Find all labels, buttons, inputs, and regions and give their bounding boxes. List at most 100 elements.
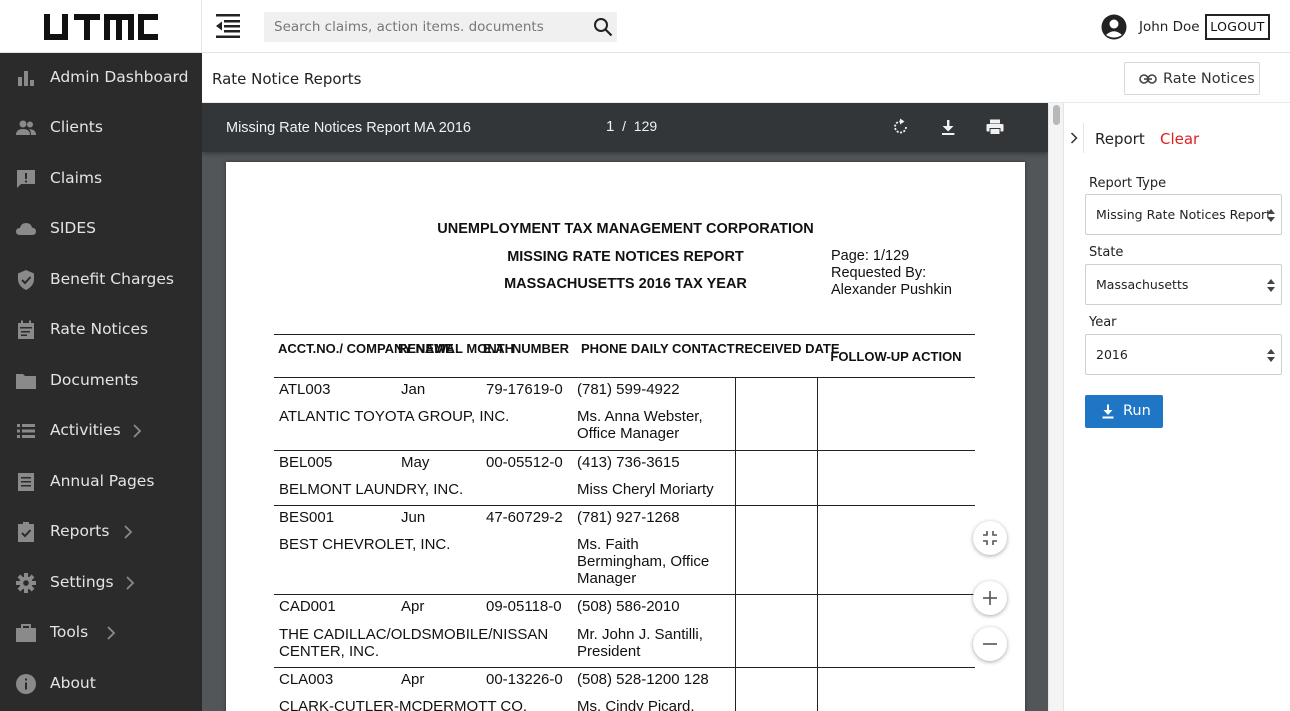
rotate-icon[interactable] bbox=[891, 117, 911, 137]
report-page-info: Page: 1/129 bbox=[831, 248, 910, 264]
list-icon bbox=[17, 424, 35, 438]
sidebar-item-sides[interactable]: SIDES bbox=[0, 204, 202, 252]
sidebar-item-label: Claims bbox=[50, 169, 103, 187]
table-row-rule bbox=[274, 667, 975, 668]
year-select[interactable]: 2016 bbox=[1085, 334, 1282, 375]
cell-ea: 00-05512-0 bbox=[486, 454, 563, 471]
folder-icon bbox=[16, 374, 36, 389]
content-header: Rate Notice Reports Rate Notices bbox=[202, 53, 1290, 103]
run-button[interactable]: Run bbox=[1085, 395, 1163, 428]
people-icon bbox=[16, 120, 36, 135]
sidebar-item-rate-notices[interactable]: Rate Notices bbox=[0, 305, 202, 353]
zoom-in-button[interactable] bbox=[973, 581, 1007, 615]
cell-contact: Ms. Anna Webster, Office Manager bbox=[577, 408, 703, 442]
rate-notices-label: Rate Notices bbox=[1163, 71, 1255, 87]
table-row-rule bbox=[274, 594, 975, 595]
clipboard-check-icon bbox=[18, 522, 34, 542]
cell-company: CLARK-CUTLER-MCDERMOTT CO. bbox=[279, 698, 528, 711]
chevron-right-icon bbox=[107, 626, 116, 640]
select-arrows-icon bbox=[1267, 349, 1275, 362]
sidebar-item-tools[interactable]: Tools bbox=[0, 608, 202, 656]
cell-acct: BES001 bbox=[279, 509, 335, 526]
search-input[interactable] bbox=[264, 12, 584, 42]
link-icon bbox=[1139, 74, 1157, 84]
column-header-followup: FOLLOW-UP ACTION bbox=[830, 349, 962, 364]
pdf-page-separator: / bbox=[622, 118, 627, 134]
cell-month: Apr bbox=[401, 671, 425, 688]
table-top-rule bbox=[274, 334, 975, 335]
table-header-rule bbox=[274, 377, 975, 378]
sidebar-item-admin-dashboard[interactable]: Admin Dashboard bbox=[0, 53, 202, 101]
year-value: 2016 bbox=[1096, 347, 1128, 362]
cell-company: THE CADILLAC/OLDSMOBILE/NISSAN CENTER, I… bbox=[279, 626, 549, 660]
viewer-scrollbar[interactable] bbox=[1048, 103, 1063, 711]
sidebar-item-label: Benefit Charges bbox=[50, 270, 174, 288]
rate-notices-button[interactable]: Rate Notices bbox=[1124, 62, 1260, 95]
cell-acct: CAD001 bbox=[279, 598, 336, 615]
pdf-viewer: Missing Rate Notices Report MA 2016 1 / … bbox=[202, 103, 1048, 711]
sidebar-item-label: Settings bbox=[50, 573, 114, 591]
search-bar bbox=[264, 12, 617, 42]
report-requested-by-name: Alexander Pushkin bbox=[831, 282, 952, 298]
cell-acct: CLA003 bbox=[279, 671, 334, 688]
pdf-current-page[interactable]: 1 bbox=[606, 118, 614, 135]
user-name[interactable]: John Doe bbox=[1139, 19, 1200, 35]
sidebar-item-activities[interactable]: Activities bbox=[0, 406, 202, 454]
table-column-rule bbox=[817, 377, 818, 711]
column-header-acct: ACCT.NO./ COMPANY NAME bbox=[278, 341, 454, 356]
sidebar-item-documents[interactable]: Documents bbox=[0, 356, 202, 404]
report-panel: Report Clear Report Type Missing Rate No… bbox=[1063, 103, 1290, 711]
report-type-label: Report Type bbox=[1089, 176, 1167, 191]
panel-tab-report[interactable]: Report bbox=[1095, 130, 1145, 148]
fit-page-button[interactable] bbox=[973, 521, 1007, 555]
sidebar-item-label: Documents bbox=[50, 371, 139, 389]
sidebar: Admin Dashboard Clients Claims SIDES Ben… bbox=[0, 53, 202, 711]
panel-collapse-button[interactable] bbox=[1064, 123, 1084, 153]
sidebar-item-label: Admin Dashboard bbox=[50, 68, 189, 86]
sidebar-item-annual-pages[interactable]: Annual Pages bbox=[0, 457, 202, 505]
download-icon bbox=[1102, 404, 1114, 419]
scrollbar-thumb[interactable] bbox=[1053, 105, 1060, 125]
sidebar-item-clients[interactable]: Clients bbox=[0, 103, 202, 151]
menu-collapse-icon[interactable] bbox=[214, 13, 242, 39]
user-avatar-icon[interactable] bbox=[1101, 14, 1127, 40]
cell-phone: (781) 599-4922 bbox=[577, 381, 680, 398]
cell-ea: 00-13226-0 bbox=[486, 671, 563, 688]
clear-button[interactable]: Clear bbox=[1160, 130, 1199, 148]
bar-chart-icon bbox=[18, 71, 34, 86]
cell-contact: Ms. Faith Bermingham, Office Manager bbox=[577, 536, 710, 587]
cell-month: May bbox=[401, 454, 430, 471]
sidebar-item-reports[interactable]: Reports bbox=[0, 507, 202, 555]
cell-ea: 47-60729-2 bbox=[486, 509, 563, 526]
zoom-out-button[interactable] bbox=[973, 627, 1007, 661]
cell-contact: Miss Cheryl Moriarty bbox=[577, 481, 714, 498]
cell-acct: BEL005 bbox=[279, 454, 333, 471]
sidebar-item-label: Activities bbox=[50, 421, 121, 439]
state-select[interactable]: Massachusetts bbox=[1085, 264, 1282, 305]
print-icon[interactable] bbox=[985, 117, 1005, 137]
year-label: Year bbox=[1089, 315, 1117, 330]
sidebar-item-settings[interactable]: Settings bbox=[0, 558, 202, 606]
sidebar-item-benefit-charges[interactable]: Benefit Charges bbox=[0, 255, 202, 303]
pdf-toolbar: Missing Rate Notices Report MA 2016 1 / … bbox=[202, 103, 1048, 152]
sidebar-item-claims[interactable]: Claims bbox=[0, 154, 202, 202]
sidebar-item-about[interactable]: About bbox=[0, 659, 202, 707]
column-header-received: RECEIVED DATE bbox=[735, 341, 840, 356]
report-type-select[interactable]: Missing Rate Notices Report bbox=[1085, 194, 1282, 235]
state-label: State bbox=[1089, 245, 1124, 260]
cell-phone: (508) 586-2010 bbox=[577, 598, 680, 615]
utmc-logo[interactable] bbox=[42, 10, 160, 44]
logout-button[interactable]: LOGOUT bbox=[1205, 14, 1270, 40]
cell-phone: (413) 736-3615 bbox=[577, 454, 680, 471]
cell-month: Jun bbox=[401, 509, 426, 526]
sidebar-item-label: About bbox=[50, 674, 96, 692]
pdf-total-pages: 129 bbox=[633, 118, 658, 134]
cell-company: ATLANTIC TOYOTA GROUP, INC. bbox=[279, 408, 510, 425]
report-company-heading: UNEMPLOYMENT TAX MANAGEMENT CORPORATION bbox=[437, 221, 814, 237]
pdf-document-title: Missing Rate Notices Report MA 2016 bbox=[226, 120, 471, 136]
sidebar-item-label: Rate Notices bbox=[50, 320, 149, 338]
download-icon[interactable] bbox=[938, 117, 958, 137]
topbar-divider bbox=[201, 0, 202, 53]
cell-contact: Ms. Cindy Picard, bbox=[577, 698, 695, 711]
search-icon[interactable] bbox=[593, 17, 613, 37]
